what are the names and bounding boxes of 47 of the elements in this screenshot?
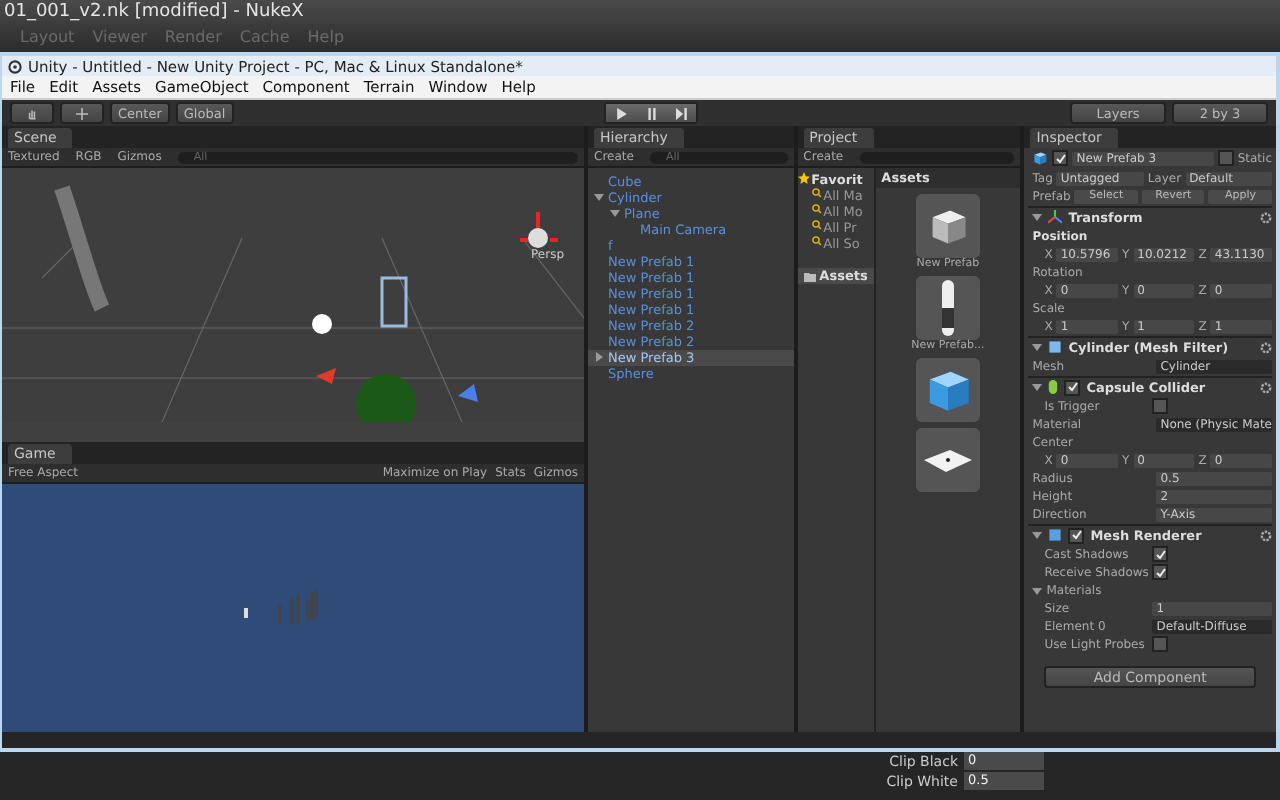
expand-triangle-icon[interactable] (1032, 342, 1043, 352)
expand-triangle-icon[interactable] (1032, 585, 1043, 595)
checkbox[interactable] (1152, 564, 1169, 580)
asset-thumbnail[interactable] (915, 276, 980, 340)
expand-triangle-icon[interactable] (1032, 382, 1043, 392)
gear-icon[interactable] (1260, 211, 1272, 223)
app-logo-icon (8, 59, 22, 73)
hand-icon (26, 107, 38, 119)
capsule-icon (939, 280, 956, 336)
move-icon (76, 107, 88, 119)
checkbox[interactable] (1217, 150, 1234, 166)
gear-icon[interactable] (1260, 381, 1272, 393)
plane-icon (921, 446, 974, 474)
asset-thumbnail[interactable] (915, 194, 980, 258)
search-icon (811, 188, 822, 198)
search-icon (811, 236, 822, 246)
cube-icon (1032, 150, 1049, 166)
checkbox[interactable] (1152, 398, 1169, 414)
expand-triangle-icon[interactable] (1032, 530, 1043, 540)
capsule-icon (1048, 380, 1059, 394)
gear-icon[interactable] (1260, 341, 1272, 353)
search-field[interactable] (859, 151, 1015, 163)
window-title: 01_001_v2.nk [modified] - NukeX (4, 0, 306, 26)
folder-icon (803, 271, 816, 281)
checkbox[interactable] (1064, 379, 1081, 395)
asset-thumbnail[interactable] (915, 358, 980, 422)
checkbox[interactable] (1068, 527, 1085, 543)
play-button[interactable] (606, 104, 637, 122)
search-icon (811, 220, 822, 230)
step-icon (675, 107, 688, 119)
step-button[interactable] (666, 104, 697, 122)
checkbox[interactable] (1152, 636, 1169, 652)
collapse-triangle-icon[interactable] (594, 351, 604, 361)
move-tool-button[interactable] (60, 102, 104, 124)
search-icon (811, 204, 822, 214)
checkbox[interactable] (1052, 150, 1069, 166)
expand-triangle-icon[interactable] (1032, 212, 1043, 222)
mesh-icon (1048, 528, 1063, 542)
axes-icon (1048, 210, 1063, 224)
star-icon (797, 172, 810, 184)
checkbox[interactable] (1152, 546, 1169, 562)
hand-tool-button[interactable] (10, 102, 54, 124)
play-icon (615, 107, 628, 119)
mesh-icon (1048, 340, 1063, 354)
asset-thumbnail[interactable] (915, 428, 980, 492)
gear-icon[interactable] (1260, 529, 1272, 541)
pause-icon (645, 107, 658, 119)
